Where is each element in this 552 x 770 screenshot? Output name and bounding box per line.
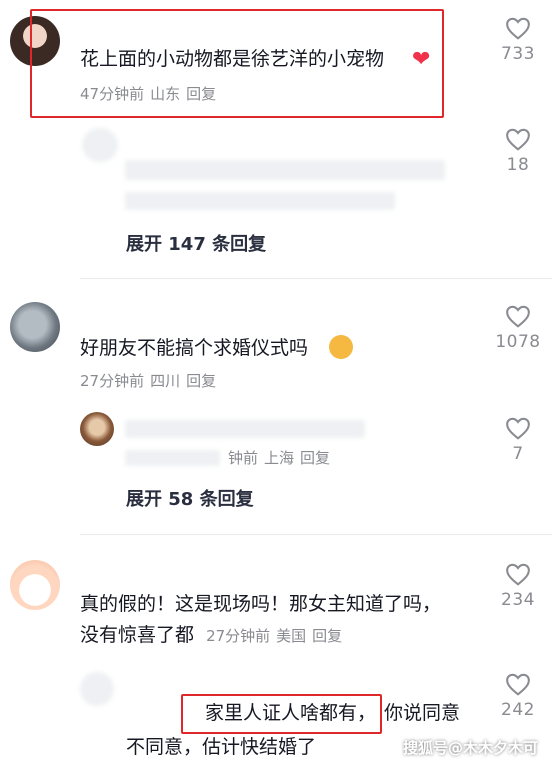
reply-button[interactable]: 回复 (186, 372, 216, 390)
comment-meta: 27分钟前 美国 回复 (206, 627, 348, 645)
like-button[interactable]: 242 (488, 672, 548, 720)
comment-text-line2: 没有惊喜了都 27分钟前 美国 回复 (80, 620, 348, 651)
reply-location: 上海 (264, 449, 295, 467)
divider (80, 534, 552, 535)
blurred-reply-text (125, 420, 365, 438)
comment-text-continued: 没有惊喜了都 (80, 624, 195, 646)
blurred-reply-name (125, 450, 220, 466)
heart-icon (506, 417, 530, 440)
divider (80, 278, 552, 279)
blurred-reply (80, 672, 114, 706)
watermark: 搜狐号@木木夕木可 (402, 739, 538, 757)
reply-text-rest: 你说同意 (384, 702, 461, 724)
comment-text: 真的假的！这是现场吗！那女主知道了吗， (80, 593, 442, 615)
heart-icon (506, 17, 530, 40)
reply-button[interactable]: 回复 (312, 627, 342, 645)
highlight-box (181, 694, 382, 734)
like-button[interactable]: 234 (488, 562, 548, 610)
comment-time: 27分钟前 (206, 627, 271, 645)
reply-time: 钟前 (228, 449, 259, 467)
heart-icon (506, 673, 530, 696)
comment-location: 美国 (276, 627, 307, 645)
reply-button[interactable]: 回复 (300, 449, 330, 467)
blurred-reply-text (125, 160, 445, 180)
emoji-icon (329, 335, 353, 359)
comment-location: 四川 (150, 372, 181, 390)
like-button[interactable]: 733 (488, 16, 548, 64)
expand-replies-button[interactable]: 展开 58 条回复 (126, 485, 254, 511)
like-count: 1078 (495, 332, 541, 352)
comment-meta: 27分钟前 四川 回复 (80, 366, 222, 396)
comment-time: 27分钟前 (80, 372, 145, 390)
heart-icon (506, 563, 530, 586)
like-count: 234 (501, 590, 535, 610)
like-button[interactable]: 18 (488, 127, 548, 175)
heart-icon (506, 305, 530, 328)
like-count: 18 (506, 155, 530, 175)
like-count: 242 (501, 700, 535, 720)
like-button[interactable]: 1078 (488, 304, 548, 352)
heart-icon (506, 128, 530, 151)
comment-text: 好朋友不能搞个求婚仪式吗 (80, 337, 309, 359)
blurred-reply (82, 128, 118, 162)
avatar[interactable] (10, 302, 60, 352)
reply-text-line2: 不同意，估计快结婚了 (126, 736, 317, 758)
blurred-reply-meta (125, 192, 395, 210)
expand-replies-button[interactable]: 展开 147 条回复 (126, 230, 266, 256)
like-count: 733 (501, 44, 535, 64)
highlight-box (30, 9, 444, 118)
avatar[interactable] (10, 560, 60, 610)
reply-meta: 钟前 上海 回复 (228, 443, 336, 473)
like-button[interactable]: 7 (488, 416, 548, 464)
avatar[interactable] (80, 412, 114, 446)
like-count: 7 (512, 444, 524, 464)
